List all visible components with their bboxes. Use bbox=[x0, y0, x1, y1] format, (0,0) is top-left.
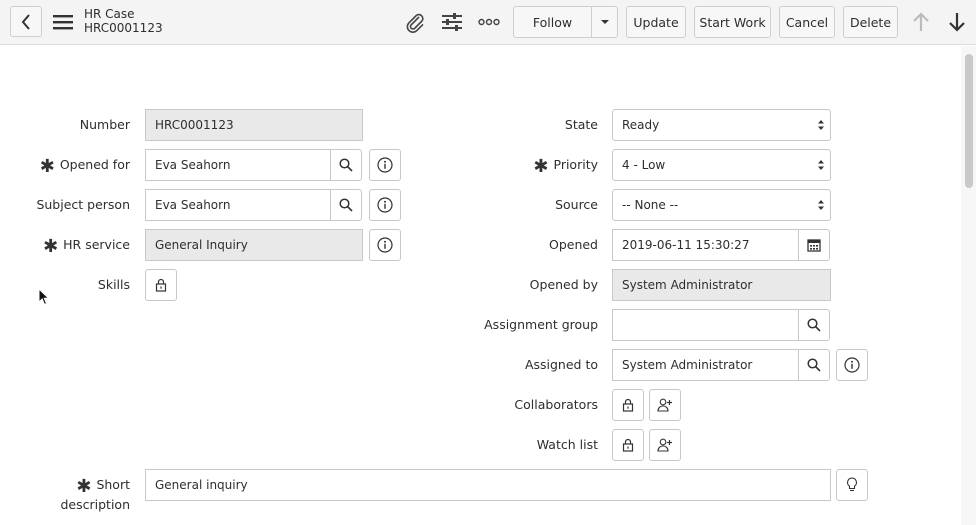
opened-for-lookup-button[interactable] bbox=[330, 149, 362, 181]
hr-service-field: General Inquiry bbox=[145, 229, 363, 261]
short-description-label: ✱ Short description bbox=[60, 477, 130, 513]
assigned-to-info-button[interactable] bbox=[836, 349, 868, 381]
cancel-button[interactable]: Cancel bbox=[779, 6, 835, 38]
opened-for-label-text: Opened for bbox=[59, 157, 130, 172]
info-icon bbox=[377, 197, 393, 213]
paperclip-icon bbox=[406, 13, 424, 33]
priority-label-text: Priority bbox=[553, 157, 599, 172]
state-select[interactable]: Ready bbox=[612, 109, 831, 141]
required-icon: ✱ bbox=[43, 236, 59, 257]
personalize-form-button[interactable] bbox=[439, 9, 465, 35]
number-label: Number bbox=[79, 117, 130, 132]
caret-down-icon bbox=[600, 20, 609, 24]
form-header: HR Case HRC0001123 Follow Update Start W… bbox=[0, 0, 976, 45]
watch-list-unlock-button[interactable] bbox=[612, 429, 644, 461]
delete-button[interactable]: Delete bbox=[843, 6, 898, 38]
short-description-input[interactable]: General inquiry bbox=[145, 469, 831, 501]
subject-person-input[interactable]: Eva Seahorn bbox=[145, 189, 331, 221]
assigned-to-lookup-button[interactable] bbox=[798, 349, 830, 381]
priority-select[interactable]: 4 - Low bbox=[612, 149, 831, 181]
arrow-up-icon bbox=[913, 12, 929, 31]
lock-icon bbox=[155, 278, 167, 292]
previous-record-button[interactable] bbox=[908, 9, 934, 35]
lock-icon bbox=[622, 398, 634, 412]
search-icon bbox=[807, 358, 821, 372]
assigned-to-label: Assigned to bbox=[524, 357, 598, 372]
record-type: HR Case bbox=[84, 7, 135, 21]
number-field: HRC0001123 bbox=[145, 109, 363, 141]
collaborators-label: Collaborators bbox=[514, 397, 598, 412]
state-value: Ready bbox=[622, 118, 660, 132]
short-description-label-line2: description bbox=[60, 497, 130, 512]
opened-calendar-button[interactable] bbox=[798, 229, 830, 261]
collaborators-add-me-button[interactable] bbox=[649, 389, 681, 421]
update-button[interactable]: Update bbox=[626, 6, 686, 38]
source-select[interactable]: -- None -- bbox=[612, 189, 831, 221]
collaborators-unlock-button[interactable] bbox=[612, 389, 644, 421]
follow-button[interactable]: Follow bbox=[513, 6, 592, 38]
search-icon bbox=[339, 198, 353, 212]
priority-value: 4 - Low bbox=[622, 158, 666, 172]
short-description-label-line1: Short bbox=[96, 477, 130, 492]
info-icon bbox=[377, 157, 393, 173]
opened-for-info-button[interactable] bbox=[369, 149, 401, 181]
scrollbar-thumb[interactable] bbox=[965, 54, 973, 188]
assignment-group-lookup-button[interactable] bbox=[798, 309, 830, 341]
sliders-icon bbox=[442, 13, 462, 31]
search-icon bbox=[807, 318, 821, 332]
hr-service-info-button[interactable] bbox=[369, 229, 401, 261]
required-icon: ✱ bbox=[39, 156, 55, 177]
follow-dropdown-button[interactable] bbox=[591, 6, 618, 38]
skills-label: Skills bbox=[97, 277, 130, 292]
required-icon: ✱ bbox=[76, 476, 92, 497]
watch-list-label: Watch list bbox=[536, 437, 598, 452]
context-menu-button[interactable] bbox=[50, 9, 76, 35]
suggestion-button[interactable] bbox=[836, 469, 868, 501]
source-value: -- None -- bbox=[622, 198, 679, 212]
arrow-down-icon bbox=[949, 13, 965, 32]
hr-service-label-text: HR service bbox=[63, 237, 130, 252]
opened-by-label: Opened by bbox=[529, 277, 598, 292]
next-record-button[interactable] bbox=[944, 9, 970, 35]
opened-by-field: System Administrator bbox=[612, 269, 831, 301]
attachment-button[interactable] bbox=[402, 9, 428, 35]
opened-label: Opened bbox=[548, 237, 598, 252]
select-arrows-icon bbox=[818, 200, 824, 210]
priority-label: ✱ Priority bbox=[533, 156, 599, 177]
opened-for-label: ✱ Opened for bbox=[39, 156, 130, 177]
info-icon bbox=[844, 357, 860, 373]
hr-service-label: ✱ HR service bbox=[43, 236, 130, 257]
add-user-icon bbox=[657, 398, 672, 412]
source-label: Source bbox=[555, 197, 598, 212]
mouse-cursor-icon bbox=[38, 288, 50, 306]
more-options-button[interactable] bbox=[476, 9, 502, 35]
select-arrows-icon bbox=[818, 120, 824, 130]
assignment-group-label: Assignment group bbox=[484, 317, 598, 332]
calendar-icon bbox=[807, 239, 821, 252]
required-icon: ✱ bbox=[533, 156, 549, 177]
record-title: HR Case HRC0001123 bbox=[84, 7, 163, 35]
subject-person-info-button[interactable] bbox=[369, 189, 401, 221]
state-label: State bbox=[564, 117, 598, 132]
lightbulb-icon bbox=[847, 477, 857, 492]
info-icon bbox=[377, 237, 393, 253]
back-button[interactable] bbox=[10, 6, 42, 37]
ellipsis-icon bbox=[478, 18, 500, 26]
skills-unlock-button[interactable] bbox=[145, 269, 177, 301]
add-user-icon bbox=[657, 438, 672, 452]
hamburger-icon bbox=[53, 15, 73, 30]
assigned-to-input[interactable]: System Administrator bbox=[612, 349, 799, 381]
opened-input[interactable]: 2019-06-11 15:30:27 bbox=[612, 229, 799, 261]
record-number: HRC0001123 bbox=[84, 21, 163, 35]
subject-person-lookup-button[interactable] bbox=[330, 189, 362, 221]
watch-list-add-me-button[interactable] bbox=[649, 429, 681, 461]
lock-icon bbox=[622, 438, 634, 452]
chevron-left-icon bbox=[21, 13, 30, 30]
select-arrows-icon bbox=[818, 160, 824, 170]
subject-person-label: Subject person bbox=[36, 197, 130, 212]
opened-for-input[interactable]: Eva Seahorn bbox=[145, 149, 331, 181]
start-work-button[interactable]: Start Work bbox=[694, 6, 771, 38]
assignment-group-input[interactable] bbox=[612, 309, 799, 341]
search-icon bbox=[339, 158, 353, 172]
